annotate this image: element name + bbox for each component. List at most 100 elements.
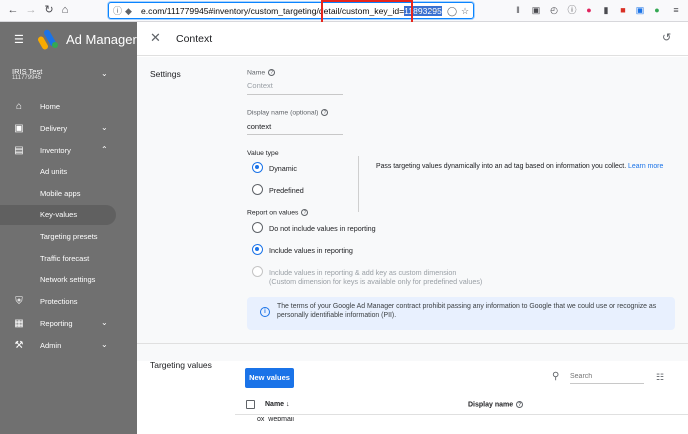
new-values-button[interactable]: New values (245, 368, 294, 388)
chevron-down-icon[interactable]: ⌄ (415, 5, 423, 17)
display-name-label: Display name (optional)? (247, 109, 329, 116)
targeting-values-title: Targeting values (150, 360, 212, 370)
chevron-down-icon: ⌄ (101, 123, 108, 132)
help-icon[interactable]: ? (268, 69, 276, 76)
column-name[interactable]: Name ↓ (265, 401, 290, 408)
help-icon[interactable]: ? (516, 401, 524, 408)
menu-icon[interactable]: ≡ (670, 4, 682, 16)
nav-label: Key-values (40, 210, 78, 219)
reload-icon[interactable]: ↻ (42, 3, 56, 17)
nav-protections[interactable]: ⛨ Protections (0, 292, 137, 312)
settings-title: Settings (150, 69, 181, 79)
display-name-field[interactable]: context (247, 122, 271, 131)
help-icon[interactable]: ? (301, 209, 309, 216)
settings-section: Settings Name? Context Display name (opt… (137, 57, 688, 361)
value-type-label: Value type (247, 150, 279, 157)
nav-reporting[interactable]: ▦ Reporting ⌄ (0, 314, 137, 334)
shield-icon: ⛨ (15, 296, 23, 307)
chevron-up-icon: ⌃ (101, 145, 108, 154)
nav-admin[interactable]: ⚒ Admin ⌄ (0, 336, 137, 356)
nav-label: Admin (40, 341, 62, 350)
lock-icon[interactable]: ◆ (125, 5, 132, 17)
pinterest-icon[interactable]: ● (583, 4, 595, 16)
nav-label: Ad units (40, 167, 68, 176)
nav-traffic-forecast[interactable]: Traffic forecast (0, 249, 137, 269)
timer-icon[interactable]: ◴ (548, 4, 560, 16)
home-icon[interactable]: ⌂ (58, 3, 72, 17)
radio-custom-dimension (252, 266, 263, 277)
ad-manager-logo-icon (38, 29, 58, 50)
nav-home[interactable]: ⌂ Home (0, 97, 137, 117)
radio-include-reporting[interactable] (252, 244, 263, 255)
name-field[interactable]: Context (247, 81, 273, 90)
radio-exclude-reporting[interactable] (252, 222, 263, 233)
hamburger-icon[interactable]: ☰ (14, 33, 24, 46)
more-icon[interactable]: ··· (429, 5, 439, 17)
key-detail-panel: ✕ Context ↺ Settings Name? Context Displ… (137, 22, 688, 434)
display-name-underline (247, 134, 343, 135)
nav-key-values[interactable]: Key-values (0, 205, 116, 225)
custom-dimension-note: (Custom dimension for keys is available … (269, 277, 483, 286)
info-icon: i (260, 307, 270, 317)
columns-icon[interactable]: ☷ (656, 372, 664, 383)
nav-label: Mobile apps (40, 189, 81, 198)
bookmark-star-icon[interactable]: ☆ (461, 5, 469, 17)
nav-label: Network settings (40, 275, 96, 284)
inventory-icon: ▤ (14, 145, 24, 156)
sidebar-icon[interactable]: ▣ (530, 4, 542, 16)
network-id: 111779945 (12, 75, 42, 81)
nav-ad-units[interactable]: Ad units (0, 162, 137, 182)
nav-label: Home (40, 102, 61, 111)
radio-dynamic-label[interactable]: Dynamic (269, 164, 297, 173)
pocket-icon[interactable]: ◯ (447, 5, 457, 17)
radio-predefined[interactable] (252, 184, 263, 195)
chevron-down-icon[interactable]: ⌄ (101, 69, 108, 78)
nav-delivery[interactable]: ▣ Delivery ⌄ (0, 119, 137, 139)
brand-name: Ad Manager (66, 32, 137, 47)
history-icon[interactable]: ↺ (662, 31, 671, 44)
nav-targeting-presets[interactable]: Targeting presets (0, 227, 137, 247)
nav-network-settings[interactable]: Network settings (0, 270, 137, 290)
radio-predefined-label[interactable]: Predefined (269, 186, 304, 195)
close-icon[interactable]: ✕ (150, 30, 161, 46)
nav-mobile-apps[interactable]: Mobile apps (0, 184, 137, 204)
nav-label: Targeting presets (40, 232, 98, 241)
panel-header: ✕ Context ↺ (137, 22, 688, 56)
home-icon: ⌂ (15, 101, 23, 112)
forward-icon[interactable]: → (24, 3, 38, 17)
help-icon[interactable]: ? (321, 109, 329, 116)
name-underline (247, 94, 343, 95)
sort-arrow-icon[interactable]: ↓ (286, 401, 290, 408)
search-input[interactable] (570, 370, 644, 384)
reporting-icon: ▦ (14, 318, 24, 329)
name-label: Name? (247, 69, 276, 76)
nav-label: Reporting (40, 319, 73, 328)
chevron-down-icon: ⌄ (101, 340, 108, 349)
nav-label: Delivery (40, 124, 68, 133)
radio-custom-dimension-label: Include values in reporting & add key as… (269, 268, 457, 277)
back-icon[interactable]: ← (6, 3, 20, 17)
learn-more-link[interactable]: Learn more (628, 163, 663, 170)
nav-label: Protections (40, 297, 78, 306)
url-bar[interactable]: ⓘ ◆ e.com/111779945#inventory/custom_tar… (108, 2, 474, 19)
radio-exclude-reporting-label[interactable]: Do not include values in reporting (269, 224, 376, 233)
nav-inventory[interactable]: ▤ Inventory ⌃ (0, 141, 137, 161)
table-row[interactable]: ox_webmail (257, 417, 294, 421)
chevron-down-icon: ⌄ (101, 318, 108, 327)
table-header: Name ↓ Display name? (235, 395, 688, 415)
select-all-checkbox[interactable] (246, 400, 255, 409)
info-icon[interactable]: ⓘ (113, 5, 122, 17)
radio-dynamic[interactable] (252, 162, 263, 173)
value-type-description: Pass targeting values dynamically into a… (376, 163, 664, 170)
column-display-name: Display name? (468, 401, 524, 409)
nav-label: Inventory (40, 146, 71, 155)
grammarly-icon[interactable]: ● (651, 4, 663, 16)
extension-badge-icon[interactable]: ■ (617, 4, 629, 16)
search-icon[interactable]: ⚲ (552, 371, 559, 382)
radio-include-reporting-label[interactable]: Include values in reporting (269, 246, 353, 255)
library-icon[interactable]: ‖ (512, 4, 524, 16)
pii-notice: i The terms of your Google Ad Manager co… (247, 297, 675, 330)
info-circle-icon[interactable]: ⓘ (566, 4, 578, 16)
extension-icon[interactable]: ▣ (634, 4, 646, 16)
chat-icon[interactable]: ▮ (600, 4, 612, 16)
